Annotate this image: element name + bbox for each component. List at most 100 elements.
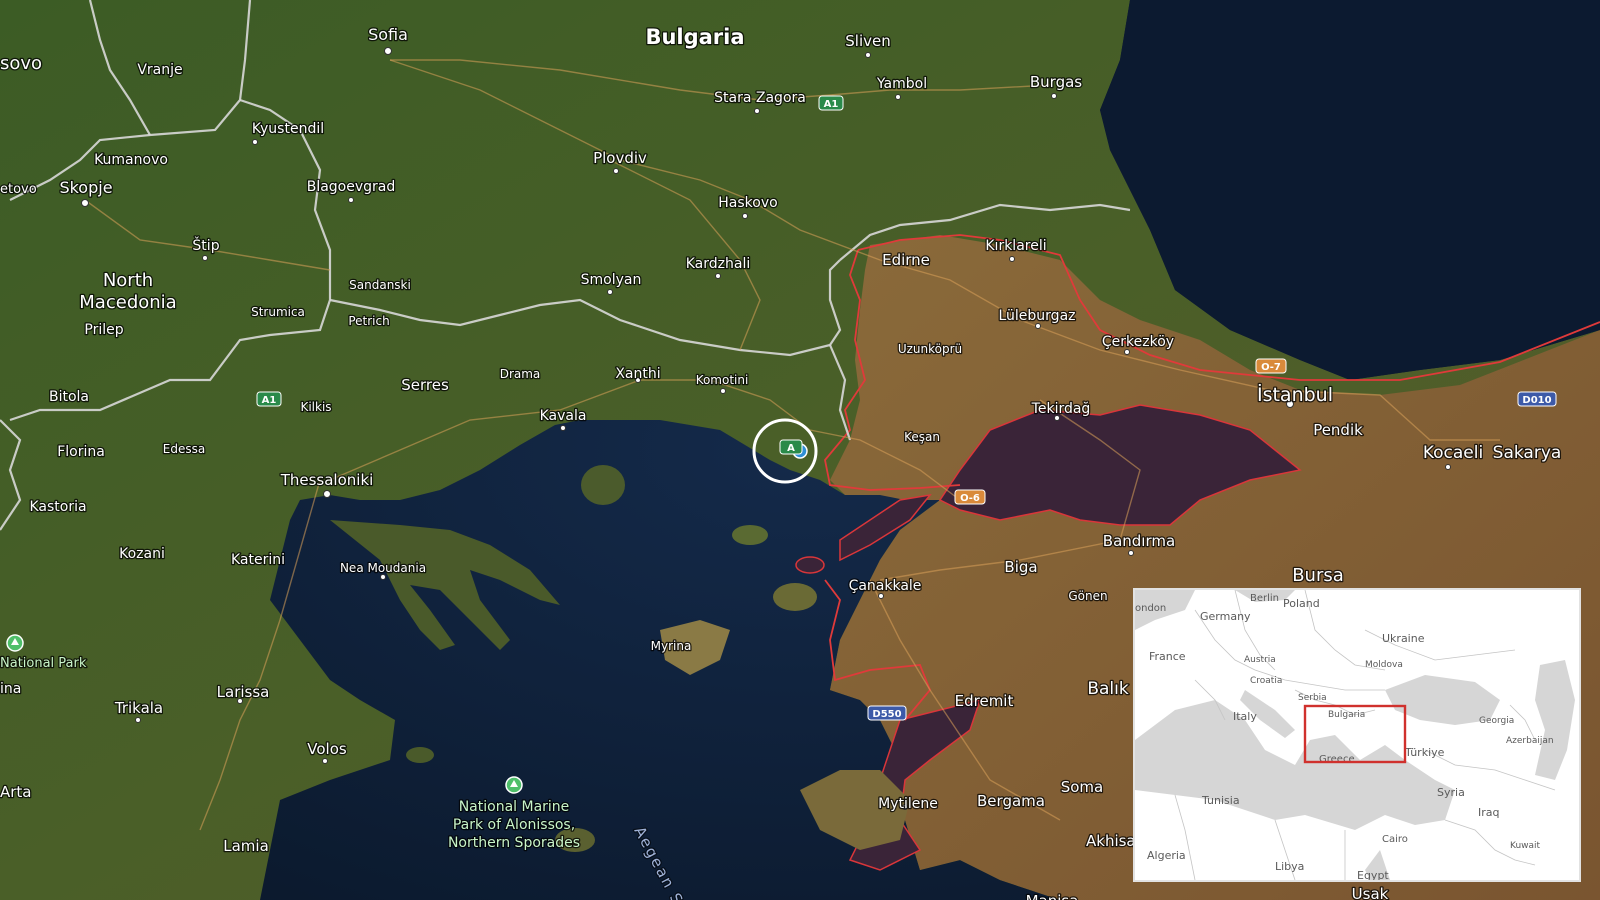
city-label-drama: Drama [500, 367, 541, 381]
city-label-manisa: Manisa [1026, 892, 1079, 900]
svg-text:A: A [787, 443, 795, 454]
island-imbros [773, 583, 817, 611]
inset-label-turkiye: Türkiye [1404, 746, 1445, 759]
inset-label-georgia: Georgia [1479, 716, 1514, 726]
inset-label-ukraine: Ukraine [1382, 632, 1425, 645]
city-label-yambol: Yambol [876, 76, 927, 92]
park-label-alonissos-3: Northern Sporades [448, 835, 580, 851]
city-label-serres: Serres [401, 376, 449, 394]
city-label-kesan: Keşan [904, 430, 940, 444]
inset-label-greece: Greece [1319, 754, 1355, 765]
city-label-florina: Florina [57, 444, 105, 460]
city-label-tetovo: etovo [0, 182, 37, 197]
city-label-mytilene: Mytilene [878, 796, 938, 812]
city-label-larissa: Larissa [217, 683, 270, 701]
city-label-tekirdag: Tekirdağ [1031, 401, 1091, 417]
road-shield-a1-gr: A1 [256, 391, 282, 407]
city-label-vranje: Vranje [137, 62, 182, 78]
road-shield-o7: O-7 [1255, 358, 1287, 374]
city-label-stara-zagora: Stara Zagora [714, 90, 806, 106]
city-label-nea-moudania: Nea Moudania [340, 561, 426, 575]
city-label-sofia: Sofia [368, 25, 408, 44]
road-shield-o6: O-6 [954, 489, 986, 505]
city-label-prilep: Prilep [84, 322, 123, 338]
inset-label-poland: Poland [1283, 597, 1320, 610]
city-label-thessaloniki: Thessaloniki [280, 471, 374, 489]
svg-text:A1: A1 [824, 99, 839, 110]
city-label-blagoevgrad: Blagoevgrad [307, 179, 396, 195]
park-icon [6, 634, 24, 652]
city-label-canakkale: Çanakkale [849, 578, 922, 594]
city-label-kastoria: Kastoria [29, 499, 86, 515]
city-label-sakarya: Sakarya [1493, 443, 1562, 463]
inset-label-azerbaijan: Azerbaijan [1506, 736, 1554, 746]
city-label-balik: Balık [1087, 679, 1129, 699]
city-label-strumica: Strumica [251, 305, 305, 319]
island-alonissos [406, 747, 434, 763]
city-label-burgas: Burgas [1030, 73, 1082, 91]
svg-text:O-6: O-6 [960, 493, 980, 504]
city-label-kirklareli: Kırklareli [985, 238, 1046, 254]
city-label-bandirma: Bandırma [1103, 532, 1175, 550]
city-label-sandanski: Sandanski [349, 278, 411, 292]
city-label-lamia: Lamia [223, 837, 269, 855]
city-label-uzunkopru: Uzunköprü [898, 342, 962, 356]
island-thasos [581, 465, 625, 505]
road-shield-a: A [779, 439, 803, 455]
city-label-plovdiv: Plovdiv [593, 149, 647, 167]
inset-label-italy: Italy [1233, 710, 1257, 723]
svg-text:D550: D550 [872, 709, 901, 720]
city-label-myrina: Myrina [651, 639, 692, 653]
inset-label-algeria: Algeria [1147, 849, 1186, 862]
city-label-petrich: Petrich [348, 314, 389, 328]
country-label-north-macedonia-1: North [103, 270, 153, 291]
city-label-sliven: Sliven [845, 32, 890, 50]
island-tenedos [795, 556, 825, 574]
city-label-gonen: Gönen [1068, 589, 1107, 603]
inset-label-berlin: Berlin [1250, 593, 1279, 604]
city-label-akhisar: Akhisa [1086, 832, 1136, 850]
city-label-komotini: Komotini [696, 373, 749, 387]
overview-inset-map[interactable]: ondon Berlin Poland Germany Ukraine Fran… [1133, 588, 1581, 882]
city-label-usak: Usak [1352, 885, 1389, 900]
inset-label-croatia: Croatia [1250, 676, 1282, 686]
inset-label-germany: Germany [1200, 610, 1251, 623]
city-label-edirne: Edirne [882, 251, 930, 269]
svg-text:A1: A1 [262, 395, 277, 406]
park-label-alonissos-2: Park of Alonissos, [453, 817, 575, 833]
city-label-volos: Volos [307, 740, 347, 758]
inset-label-kuwait: Kuwait [1510, 841, 1541, 851]
city-label-kumanovo: Kumanovo [94, 152, 168, 168]
city-label-cerkezkoy: Çerkezköy [1102, 334, 1174, 350]
city-label-ina: ina [0, 681, 21, 697]
inset-label-egypt: Egypt [1357, 869, 1389, 880]
city-label-kocaeli: Kocaeli [1423, 443, 1483, 463]
city-label-bergama: Bergama [977, 792, 1045, 810]
inset-label-london: ondon [1135, 603, 1166, 614]
inset-label-serbia: Serbia [1298, 693, 1327, 703]
park-label-national-park: National Park [0, 656, 87, 671]
inset-label-moldova: Moldova [1365, 660, 1403, 670]
city-label-kyustendil: Kyustendil [252, 121, 324, 137]
city-label-pendik: Pendik [1313, 421, 1363, 439]
inset-canvas: ondon Berlin Poland Germany Ukraine Fran… [1135, 590, 1579, 880]
city-label-edessa: Edessa [163, 442, 205, 456]
inset-label-iraq: Iraq [1478, 806, 1500, 819]
city-label-haskovo: Haskovo [718, 195, 777, 211]
city-label-luleburgaz: Lüleburgaz [998, 308, 1075, 324]
svg-text:D010: D010 [1522, 395, 1551, 406]
inset-label-libya: Libya [1275, 860, 1304, 873]
city-label-kardzhali: Kardzhali [686, 256, 751, 272]
city-label-bursa: Bursa [1292, 565, 1344, 586]
city-label-trikala: Trikala [114, 699, 163, 717]
inset-label-cairo: Cairo [1382, 834, 1408, 845]
city-label-skopje: Skopje [59, 178, 112, 197]
inset-label-france: France [1149, 650, 1186, 663]
country-label-bulgaria: Bulgaria [645, 25, 744, 49]
road-shield-d550: D550 [867, 705, 907, 721]
city-label-kilkis: Kilkis [300, 400, 331, 414]
city-label-smolyan: Smolyan [581, 272, 642, 288]
inset-label-tunisia: Tunisia [1201, 794, 1240, 807]
inset-label-austria: Austria [1244, 655, 1276, 665]
svg-text:O-7: O-7 [1261, 362, 1281, 373]
